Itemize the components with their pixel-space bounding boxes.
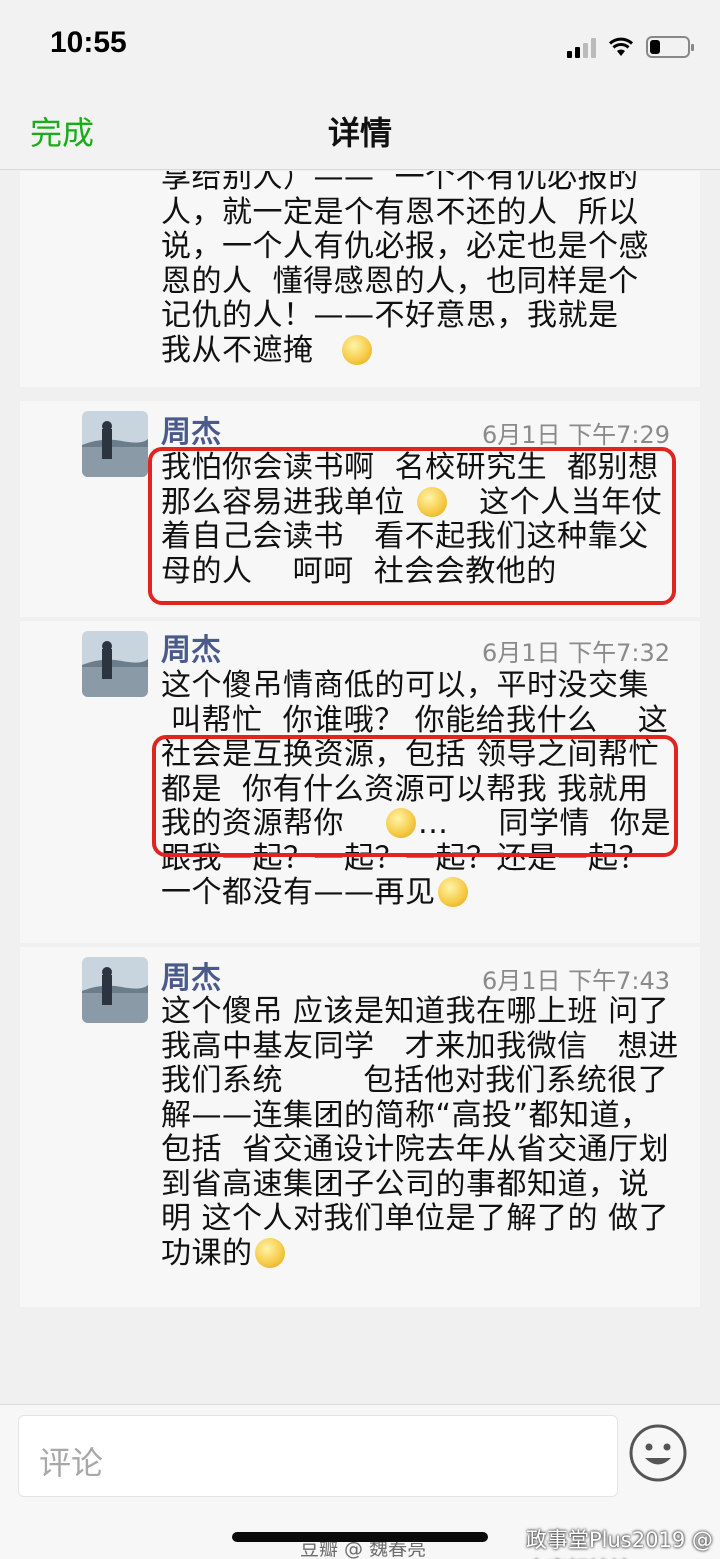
message-text: 我怕你会读书啊 名校研究生 都别想 那么容易进我单位 这个人当年仗 着自己会读书…: [161, 450, 663, 589]
comment-item: 周杰 6月1日 下午7:43 这个傻吊 应该是知道我在哪上班 问了 我高中基友同…: [20, 947, 700, 1307]
smile-emoji-icon: [341, 334, 372, 365]
smile-emoji-icon: [437, 877, 468, 907]
emoji-button-icon[interactable]: [628, 1423, 688, 1483]
sender-name[interactable]: 周杰: [161, 407, 221, 451]
message-text: 这个傻吊 应该是知道我在哪上班 问了 我高中基友同学 才来加我微信 想进 我们系…: [161, 994, 679, 1271]
message-text: 享给别人）—— 一个不有仇必报的 人，就一定是个有恩不还的人 所以 说，一个人有…: [161, 171, 649, 368]
sender-name[interactable]: 周杰: [161, 625, 221, 669]
avatar[interactable]: [82, 631, 148, 697]
status-time: 10:55: [50, 26, 127, 59]
comment-item: 周杰 6月1日 下午7:29 我怕你会读书啊 名校研究生 都别想 那么容易进我单…: [20, 401, 700, 617]
list-item: 享给别人）—— 一个不有仇必报的 人，就一定是个有恩不还的人 所以 说，一个人有…: [20, 171, 700, 387]
home-indicator: [232, 1532, 488, 1542]
comment-input[interactable]: 评论: [18, 1415, 618, 1497]
message-time: 6月1日 下午7:43: [481, 967, 670, 995]
message-time: 6月1日 下午7:29: [481, 421, 670, 449]
wifi-icon: [608, 37, 634, 56]
smile-emoji-icon: [386, 808, 417, 838]
battery-icon: [646, 36, 694, 58]
status-icons: [567, 34, 694, 58]
signal-icon: [567, 36, 596, 58]
avatar[interactable]: [82, 957, 148, 1023]
smile-emoji-icon: [417, 486, 448, 517]
watermark-right: 政事堂Plus2019 @大奕好妹妹: [526, 1528, 713, 1559]
nav-bar: 完成 详情: [0, 88, 720, 170]
comment-list[interactable]: 享给别人）—— 一个不有仇必报的 人，就一定是个有恩不还的人 所以 说，一个人有…: [0, 171, 720, 1403]
status-bar: 10:55: [0, 0, 720, 88]
message-time: 6月1日 下午7:32: [481, 639, 670, 667]
page-title: 详情: [327, 114, 392, 152]
sender-name[interactable]: 周杰: [161, 953, 221, 997]
comment-placeholder: 评论: [39, 1444, 104, 1482]
comment-item: 周杰 6月1日 下午7:32 这个傻吊情商低的可以，平时没交集 叫帮忙 你谁哦？…: [20, 621, 700, 943]
message-text: 这个傻吊情商低的可以，平时没交集 叫帮忙 你谁哦？ 你能给我什么 这 社会是互换…: [161, 668, 672, 910]
smile-emoji-icon: [254, 1237, 285, 1268]
avatar[interactable]: [82, 411, 148, 477]
